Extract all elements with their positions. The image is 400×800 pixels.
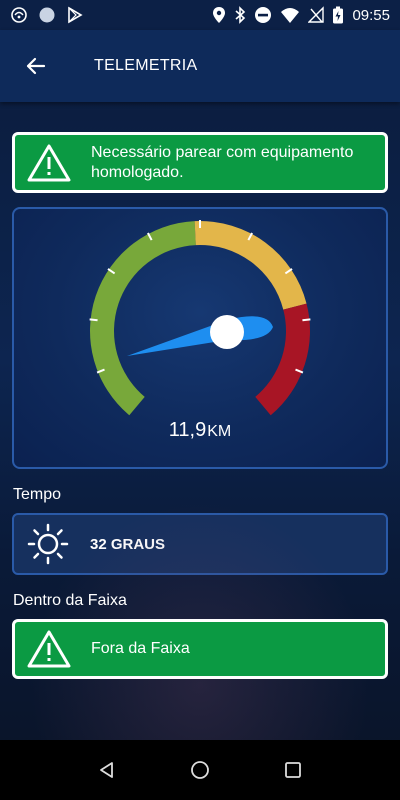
distance-unit: KM (207, 423, 232, 440)
weather-panel: 32 GRAUS (12, 513, 388, 575)
do-not-disturb-icon (255, 7, 272, 23)
page-title: TELEMETRIA (94, 57, 198, 74)
gauge-hub (210, 315, 244, 349)
nav-home-button[interactable] (180, 750, 220, 790)
lane-status-text: Fora da Faixa (91, 640, 190, 657)
status-left-icons (10, 6, 84, 24)
system-nav-bar (0, 740, 400, 800)
play-store-icon (68, 6, 83, 24)
gauge-needle (127, 316, 273, 356)
warning-icon (27, 630, 71, 668)
arrow-left-icon (26, 57, 46, 75)
distance-readout: 11,9KM (14, 419, 386, 442)
status-right-icons: 09:55 (212, 6, 390, 24)
distance-value: 11,9 (168, 419, 207, 441)
gauge-arcs (90, 221, 310, 416)
gauge-tick (302, 318, 311, 322)
wifi-icon (281, 8, 300, 23)
nav-recents-button[interactable] (273, 750, 313, 790)
app-bar: TELEMETRIA (0, 30, 400, 102)
pairing-alert-text: Necessário parear com equipamento homolo… (91, 143, 354, 181)
back-triangle-icon (99, 762, 113, 778)
pairing-alert: Necessário parear com equipamento homolo… (12, 132, 388, 193)
lane-label: Dentro da Faixa (13, 592, 127, 609)
no-signal-icon (308, 6, 325, 23)
gauge-tick (89, 318, 98, 322)
circle-icon (39, 7, 55, 23)
battery-icon (333, 6, 344, 24)
weather-label: Tempo (13, 486, 62, 503)
status-bar: 09:55 (0, 0, 400, 30)
telemetry-gauge-panel: 11,9KM (12, 207, 388, 469)
sun-icon (27, 523, 69, 565)
cast-icon (11, 7, 27, 23)
recents-square-icon (285, 762, 302, 778)
warning-icon (27, 144, 71, 181)
weather-value: 32 GRAUS (90, 535, 166, 553)
gauge-zone-green (90, 221, 196, 416)
lane-status-alert: Fora da Faixa (12, 619, 388, 679)
bluetooth-icon (235, 6, 246, 24)
nav-back-button[interactable] (87, 750, 127, 790)
status-time: 09:55 (352, 6, 390, 24)
back-button[interactable] (10, 40, 62, 92)
home-circle-icon (191, 761, 209, 779)
location-icon (213, 7, 226, 23)
